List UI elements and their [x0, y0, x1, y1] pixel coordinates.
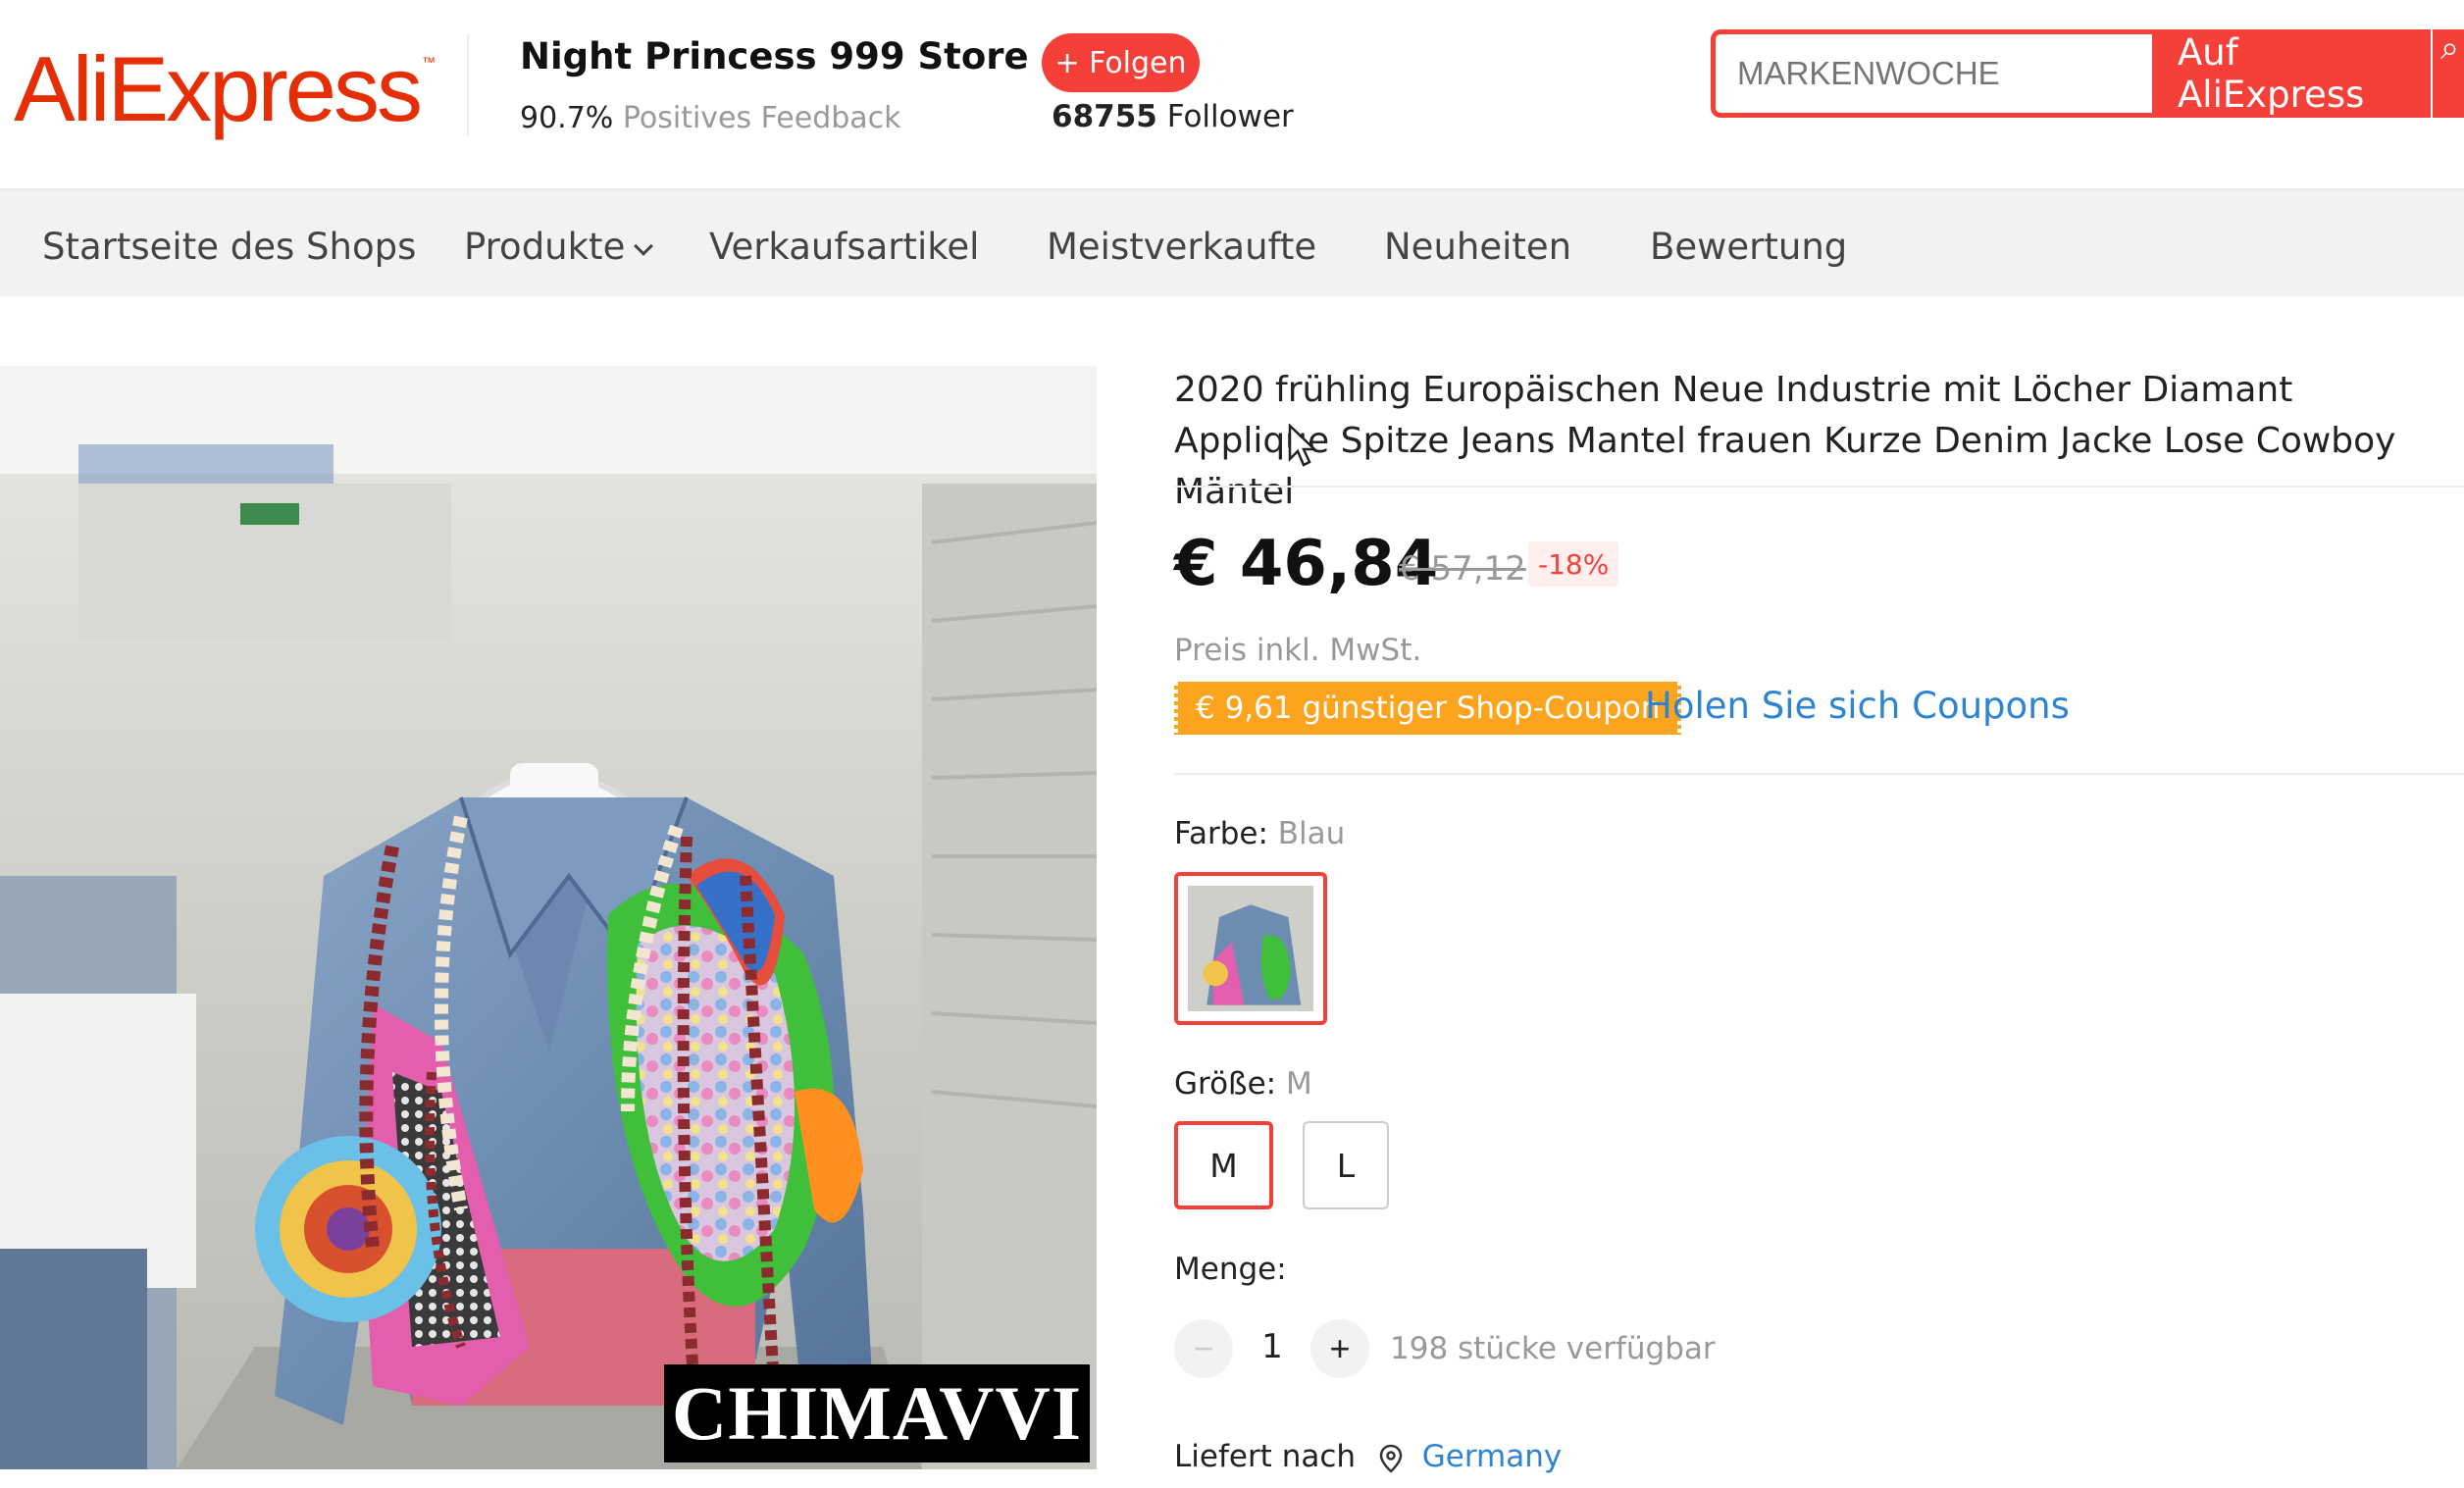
swatch-thumbnail-icon	[1188, 886, 1313, 1011]
logo-trademark: ™	[422, 54, 436, 70]
ship-country-link[interactable]: Germany	[1422, 1439, 1562, 1474]
size-value: M	[1285, 1066, 1312, 1102]
nav-feedback[interactable]: Bewertung	[1650, 226, 1847, 268]
follower-info: 68755 Follower	[1052, 99, 1294, 134]
store-name: Night Princess 999 Store	[520, 35, 1029, 77]
divider	[1174, 486, 2464, 487]
stock-availability: 198 stücke verfügbar	[1390, 1331, 1716, 1366]
store-name-dropdown[interactable]: Night Princess 999 Store	[520, 35, 1066, 77]
mouse-cursor-icon	[1288, 424, 1317, 467]
size-label: Größe: M	[1174, 1066, 1312, 1102]
search-box	[1711, 29, 2152, 118]
feedback-label: Positives Feedback	[622, 101, 901, 135]
aliexpress-logo[interactable]: AliExpress ™	[14, 27, 436, 135]
follower-label: Follower	[1166, 99, 1294, 134]
store-coupon-tag[interactable]: € 9,61 günstiger Shop-Coupon	[1174, 682, 1682, 735]
feedback-percent: 90.7%	[520, 101, 614, 135]
quantity-increase-button[interactable]: +	[1310, 1319, 1369, 1378]
chevron-down-icon	[634, 236, 654, 256]
nav-sale-items[interactable]: Verkaufsartikel	[709, 226, 979, 268]
color-label-text: Farbe:	[1174, 816, 1268, 851]
location-pin-icon	[1379, 1444, 1403, 1473]
search-store-button[interactable]: ⌕	[2431, 29, 2464, 118]
quantity-decrease-button[interactable]: −	[1174, 1319, 1233, 1378]
divider	[1174, 773, 2464, 775]
product-title: 2020 frühling Europäischen Neue Industri…	[1174, 370, 2396, 512]
quantity-value[interactable]: 1	[1258, 1327, 1287, 1366]
logo-text: AliExpress	[14, 37, 423, 140]
store-nav: Startseite des Shops Produkte Verkaufsar…	[0, 188, 2464, 296]
store-search-icon: ⌕	[2440, 29, 2460, 67]
store-feedback: 90.7% Positives Feedback	[520, 101, 901, 135]
color-swatch-blau[interactable]	[1174, 872, 1327, 1025]
nav-store-home[interactable]: Startseite des Shops	[42, 226, 416, 268]
ships-to: Liefert nach Germany	[1174, 1439, 1562, 1474]
follower-count: 68755	[1052, 99, 1157, 134]
follow-button[interactable]: + Folgen	[1042, 33, 1200, 92]
nav-new-arrivals[interactable]: Neuheiten	[1384, 226, 1571, 268]
size-option-m[interactable]: M	[1174, 1121, 1273, 1209]
nav-bestsellers[interactable]: Meistverkaufte	[1047, 226, 1316, 268]
color-value: Blau	[1277, 816, 1346, 851]
original-price: € 57,12	[1399, 549, 1526, 589]
search-aliexpress-button[interactable]: Auf AliExpress	[2152, 29, 2431, 118]
ships-to-label: Liefert nach	[1174, 1439, 1357, 1474]
product-main-image[interactable]: CHIMAVVI	[0, 366, 1097, 1469]
brand-watermark: CHIMAVVI	[664, 1364, 1090, 1462]
quantity-label: Menge:	[1174, 1252, 1287, 1287]
nav-products[interactable]: Produkte	[464, 226, 654, 268]
tax-note: Preis inkl. MwSt.	[1174, 633, 1422, 668]
header-divider	[467, 33, 469, 135]
search-input[interactable]	[1735, 48, 2137, 99]
get-coupons-link[interactable]: Holen Sie sich Coupons	[1645, 685, 2070, 727]
nav-products-label: Produkte	[464, 226, 626, 268]
size-option-l[interactable]: L	[1303, 1121, 1389, 1209]
size-label-text: Größe:	[1174, 1066, 1277, 1102]
site-header: AliExpress ™ Night Princess 999 Store 90…	[0, 0, 2464, 188]
color-label: Farbe: Blau	[1174, 816, 1345, 851]
denim-jacket-photo	[0, 366, 1097, 1469]
discount-badge: -18%	[1528, 541, 1619, 587]
